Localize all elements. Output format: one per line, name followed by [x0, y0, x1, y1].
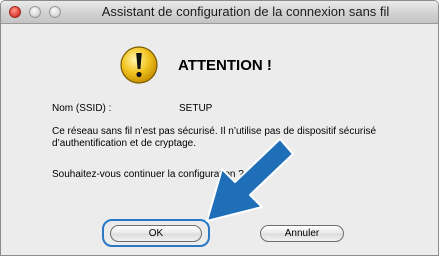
zoom-window-button[interactable]	[49, 6, 61, 18]
ssid-value: SETUP	[179, 103, 213, 114]
cancel-button[interactable]: Annuler	[260, 225, 344, 242]
ok-button[interactable]: OK	[110, 225, 202, 242]
continue-question: Souhaitez-vous continuer la configuratio…	[52, 169, 244, 180]
dialog-window: Assistant de configuration de la connexi…	[0, 0, 439, 256]
close-window-button[interactable]	[9, 6, 21, 18]
warning-icon	[120, 46, 158, 84]
ssid-label: Nom (SSID) :	[52, 103, 112, 114]
security-warning-message: Ce réseau sans fil n’est pas sécurisé. I…	[52, 126, 377, 149]
alert-heading: ATTENTION !	[178, 57, 272, 74]
title-bar: Assistant de configuration de la connexi…	[1, 1, 438, 24]
window-title: Assistant de configuration de la connexi…	[101, 4, 390, 19]
minimize-window-button[interactable]	[29, 6, 41, 18]
